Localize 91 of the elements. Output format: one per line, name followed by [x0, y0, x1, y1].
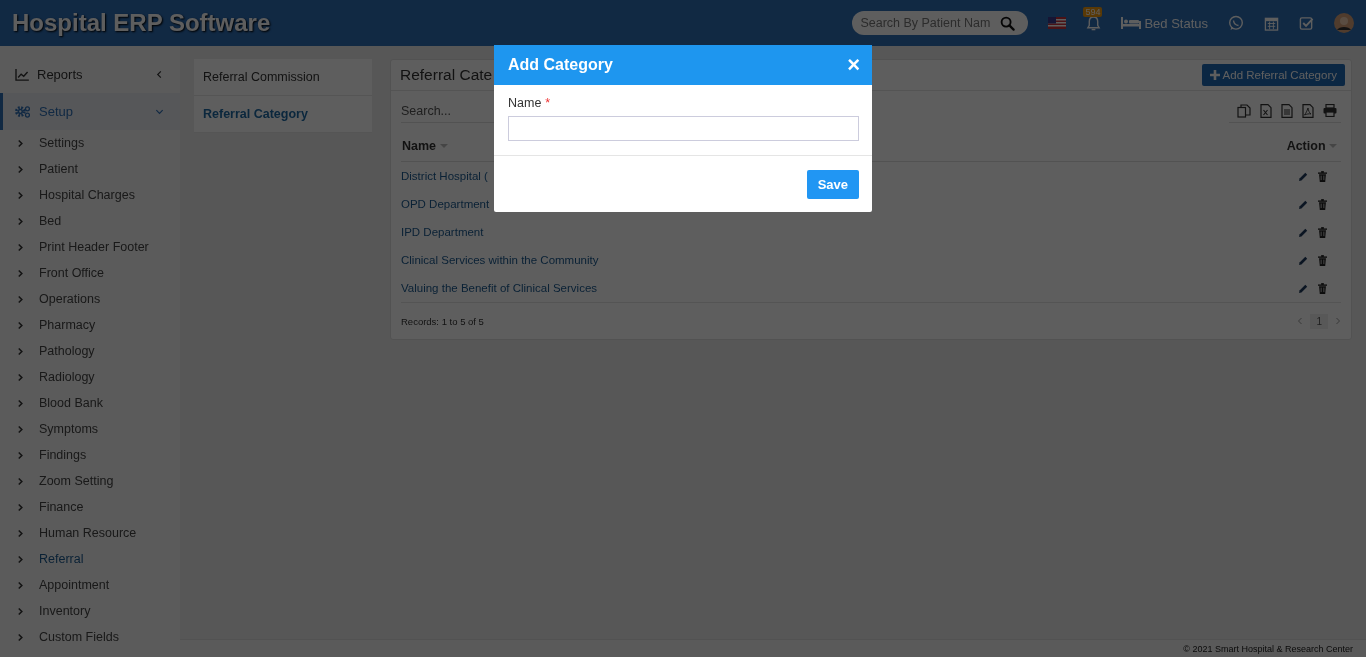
add-category-button[interactable]: Add Referral Category	[1201, 64, 1345, 86]
chevron-right-icon	[17, 554, 24, 564]
edit-icon[interactable]	[1298, 283, 1309, 295]
sidebar-subitem[interactable]: Zoom Setting	[0, 468, 180, 494]
required-mark: *	[545, 96, 551, 110]
notification-badge: 594	[1083, 6, 1103, 17]
edit-icon[interactable]	[1298, 227, 1309, 239]
chevron-right-icon	[17, 346, 24, 356]
text-file-icon[interactable]	[1281, 103, 1293, 118]
gears-icon	[15, 105, 31, 118]
chevron-right-icon	[17, 632, 24, 642]
flag-icon[interactable]	[1048, 17, 1067, 29]
print-icon[interactable]	[1323, 103, 1337, 117]
tab[interactable]: Referral Category	[194, 96, 372, 133]
sidebar-subitem[interactable]: Patient	[0, 156, 180, 182]
tab[interactable]: Referral Commission	[194, 59, 372, 96]
chevron-right-icon	[17, 294, 24, 304]
bed-icon	[1121, 17, 1142, 29]
plus-icon	[1209, 70, 1220, 80]
chevron-icon	[155, 107, 164, 116]
sidebar-subitem[interactable]: Findings	[0, 442, 180, 468]
excel-file-icon[interactable]	[1260, 103, 1272, 118]
calendar-icon[interactable]	[1264, 15, 1279, 31]
chevron-right-icon	[17, 502, 24, 512]
sidebar-subitem[interactable]: Finance	[0, 494, 180, 520]
sidebar-subitem[interactable]: Blood Bank	[0, 390, 180, 416]
sidebar-subitem[interactable]: Radiology	[0, 364, 180, 390]
sidebar-subitem[interactable]: Symptoms	[0, 416, 180, 442]
column-header[interactable]: Action	[1136, 131, 1341, 162]
chart-icon	[15, 68, 29, 81]
edit-icon[interactable]	[1298, 199, 1309, 211]
chevron-right-icon	[17, 398, 24, 408]
trash-icon[interactable]	[1318, 199, 1327, 211]
save-button[interactable]: Save	[806, 170, 859, 199]
copy-icon[interactable]	[1237, 103, 1251, 118]
chevron-right-icon	[17, 580, 24, 590]
close-button[interactable]: ×	[847, 54, 860, 76]
category-link[interactable]: Valuing the Benefit of Clinical Services	[401, 282, 598, 294]
sidebar-subitem[interactable]: Hospital Charges	[0, 182, 180, 208]
trash-icon[interactable]	[1318, 171, 1327, 183]
chevron-right-icon	[17, 164, 24, 174]
chevron-right-icon	[17, 216, 24, 226]
modal-title: Add Category	[508, 56, 613, 74]
sidebar-item[interactable]: Setup	[0, 93, 180, 130]
sidebar-subitem[interactable]: Pathology	[0, 338, 180, 364]
chevron-right-icon	[17, 528, 24, 538]
trash-icon[interactable]	[1318, 227, 1327, 239]
bed-status-link[interactable]: Bed Status	[1121, 15, 1208, 31]
sidebar-subitem[interactable]: Inventory	[0, 598, 180, 624]
chevron-right-icon	[17, 424, 24, 434]
chevron-right-icon	[17, 450, 24, 460]
chevron-icon	[155, 70, 164, 79]
chevron-right-icon	[17, 476, 24, 486]
records-count: Records: 1 to 5 of 5	[401, 315, 484, 327]
avatar-icon[interactable]	[1334, 13, 1354, 33]
sidebar-subitem[interactable]: Bed	[0, 208, 180, 234]
sidebar-subitem[interactable]: Front Office	[0, 260, 180, 286]
edit-icon[interactable]	[1298, 171, 1309, 183]
chevron-right-icon	[17, 372, 24, 382]
checkbox-icon[interactable]	[1299, 15, 1314, 31]
app-title: Hospital ERP Software	[12, 9, 271, 37]
name-input-field[interactable]	[508, 116, 859, 141]
chevron-right-icon	[17, 190, 24, 200]
category-link[interactable]: District Hospital (	[401, 170, 488, 182]
sidebar-item[interactable]: Reports	[0, 56, 180, 93]
search-icon[interactable]	[1000, 15, 1016, 31]
category-link[interactable]: IPD Department	[401, 226, 484, 238]
chevron-right-icon	[17, 268, 24, 278]
bell-icon[interactable]	[1086, 14, 1102, 32]
panel-title: Referral Cate	[400, 66, 493, 84]
category-link[interactable]: Clinical Services within the Community	[401, 254, 599, 266]
trash-icon[interactable]	[1318, 283, 1327, 295]
edit-icon[interactable]	[1298, 255, 1309, 267]
sidebar-subitem[interactable]: Settings	[0, 130, 180, 156]
copyright-text: © 2021 Smart Hospital & Research Center	[1183, 643, 1353, 654]
sidebar-subitem[interactable]: Pharmacy	[0, 312, 180, 338]
field-label: Name	[508, 96, 542, 110]
sidebar-subitem[interactable]: Custom Fields	[0, 624, 180, 650]
chat-icon[interactable]	[1228, 15, 1244, 31]
chevron-right-icon	[17, 138, 24, 148]
sidebar-subitem[interactable]: Appointment	[0, 572, 180, 598]
pdf-file-icon[interactable]	[1302, 103, 1314, 118]
chevron-right-icon	[17, 242, 24, 252]
category-link[interactable]: OPD Department	[401, 198, 490, 210]
sidebar-subitem[interactable]: Human Resource	[0, 520, 180, 546]
sidebar-subitem[interactable]: Operations	[0, 286, 180, 312]
sidebar-subitem[interactable]: Print Header Footer	[0, 234, 180, 260]
chevron-right-icon	[17, 320, 24, 330]
sidebar-subitem[interactable]: Referral	[0, 546, 180, 572]
chevron-right-icon	[17, 606, 24, 616]
trash-icon[interactable]	[1318, 255, 1327, 267]
